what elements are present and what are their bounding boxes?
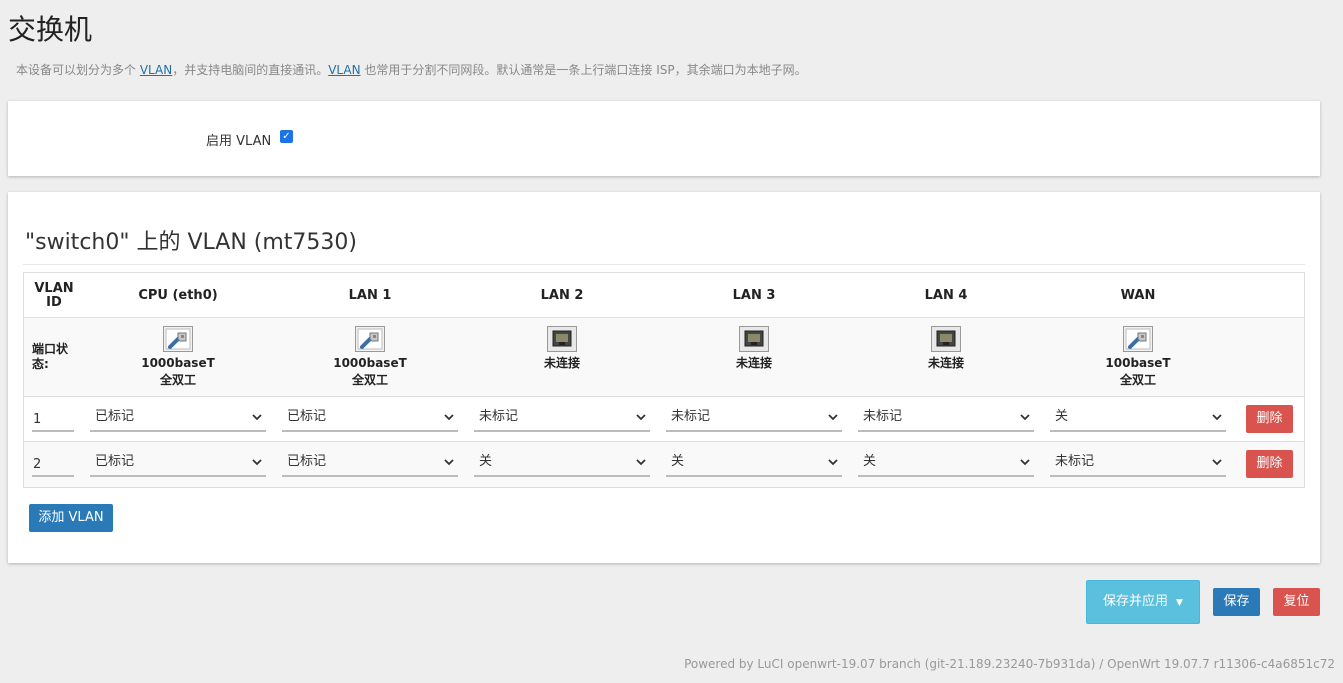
chevron-down-icon — [1020, 414, 1030, 421]
enable-vlan-card: 启用 VLAN ✓ — [8, 101, 1320, 176]
port-disconnected-icon — [739, 326, 769, 352]
chevron-down-icon — [828, 414, 838, 421]
port-status-lan3: 未连接 — [684, 326, 824, 372]
section-divider — [23, 264, 1305, 265]
chevron-down-icon — [444, 459, 454, 466]
header-lan3: LAN 3 — [732, 287, 776, 303]
chevron-down-icon — [444, 414, 454, 421]
header-lan1: LAN 1 — [348, 287, 392, 303]
footer-powered-by: Powered by LuCI openwrt-19.07 branch (gi… — [684, 657, 1335, 671]
chevron-down-icon — [1212, 459, 1222, 466]
chevron-down-icon — [636, 459, 646, 466]
port-select-lan3[interactable]: 关 — [666, 451, 842, 477]
enable-vlan-label: 启用 VLAN — [206, 134, 272, 149]
desc-text-post: 也常用于分割不同网段。默认通常是一条上行端口连接 ISP，其余端口为本地子网。 — [360, 63, 807, 77]
chevron-down-icon — [252, 414, 262, 421]
chevron-down-icon — [1212, 414, 1222, 421]
vlan-table-header: VLAN ID CPU (eth0) LAN 1 LAN 2 LAN 3 LAN … — [24, 273, 1304, 318]
header-lan2: LAN 2 — [540, 287, 584, 303]
vlan-link-2[interactable]: VLAN — [328, 63, 360, 77]
header-wan: WAN — [1120, 287, 1156, 303]
header-lan4: LAN 4 — [924, 287, 968, 303]
chevron-down-icon — [252, 459, 262, 466]
port-connected-icon — [1123, 326, 1153, 352]
chevron-down-icon — [636, 414, 646, 421]
vlan-row-2: 已标记 已标记 关 关 关 未标记 删除 — [24, 442, 1304, 487]
port-status-lan2: 未连接 — [492, 326, 632, 372]
vlan-id-input[interactable] — [32, 453, 74, 477]
chevron-down-icon — [828, 459, 838, 466]
port-select-lan4[interactable]: 关 — [858, 451, 1034, 477]
port-status-cpu: 1000baseT 全双工 — [108, 326, 248, 389]
page-description: 本设备可以划分为多个 VLAN，并支持电脑间的直接通讯。VLAN 也常用于分割不… — [16, 61, 807, 78]
delete-vlan-button[interactable]: 删除 — [1246, 450, 1293, 478]
delete-vlan-button[interactable]: 删除 — [1246, 405, 1293, 433]
switch-vlan-card: "switch0" 上的 VLAN (mt7530) VLAN ID CPU (e… — [8, 192, 1320, 563]
port-status-row: 端口状 态: 1000baseT 全双工 1000baseT 全双工 未连接 未… — [24, 318, 1304, 397]
add-vlan-button[interactable]: 添加 VLAN — [29, 504, 113, 532]
chevron-down-icon — [1020, 459, 1030, 466]
port-connected-icon — [163, 326, 193, 352]
port-status-wan: 100baseT 全双工 — [1068, 326, 1208, 389]
header-vlan-id: VLAN ID — [34, 280, 74, 310]
enable-vlan-checkbox[interactable]: ✓ — [280, 130, 293, 143]
port-select-cpu[interactable]: 已标记 — [90, 406, 266, 432]
save-button[interactable]: 保存 — [1213, 588, 1260, 616]
vlan-row-1: 已标记 已标记 未标记 未标记 未标记 关 删除 — [24, 397, 1304, 442]
port-select-lan2[interactable]: 未标记 — [474, 406, 650, 432]
port-select-cpu[interactable]: 已标记 — [90, 451, 266, 477]
port-select-lan2[interactable]: 关 — [474, 451, 650, 477]
page-title: 交换机 — [8, 13, 93, 46]
port-select-wan[interactable]: 关 — [1050, 406, 1226, 432]
save-apply-button[interactable]: 保存并应用 ▼ — [1086, 580, 1200, 624]
port-status-lan4: 未连接 — [876, 326, 1016, 372]
desc-text-pre: 本设备可以划分为多个 — [16, 63, 140, 77]
port-select-lan1[interactable]: 已标记 — [282, 406, 458, 432]
header-cpu: CPU (eth0) — [138, 287, 218, 303]
port-disconnected-icon — [547, 326, 577, 352]
port-select-wan[interactable]: 未标记 — [1050, 451, 1226, 477]
port-disconnected-icon — [931, 326, 961, 352]
port-select-lan1[interactable]: 已标记 — [282, 451, 458, 477]
port-select-lan4[interactable]: 未标记 — [858, 406, 1034, 432]
switch-section-title: "switch0" 上的 VLAN (mt7530) — [25, 230, 357, 255]
vlan-link-1[interactable]: VLAN — [140, 63, 172, 77]
port-connected-icon — [355, 326, 385, 352]
vlan-table: VLAN ID CPU (eth0) LAN 1 LAN 2 LAN 3 LAN … — [23, 272, 1305, 488]
desc-text-mid: ，并支持电脑间的直接通讯。 — [172, 63, 329, 77]
port-select-lan3[interactable]: 未标记 — [666, 406, 842, 432]
caret-down-icon: ▼ — [1176, 598, 1183, 608]
port-status-lan1: 1000baseT 全双工 — [300, 326, 440, 389]
vlan-id-input[interactable] — [32, 408, 74, 432]
port-status-label: 端口状 态: — [32, 342, 69, 371]
reset-button[interactable]: 复位 — [1273, 588, 1320, 616]
